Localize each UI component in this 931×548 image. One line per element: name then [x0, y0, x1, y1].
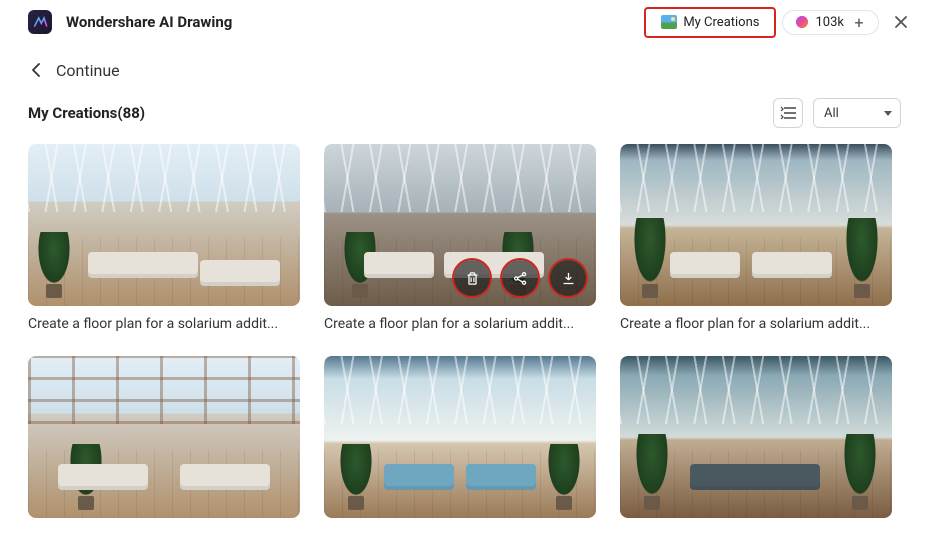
credits-value: 103k	[815, 15, 844, 30]
creation-grid: Create a floor plan for a solarium addit…	[0, 140, 931, 548]
creation-thumbnail[interactable]	[620, 356, 892, 518]
app-title: Wondershare AI Drawing	[66, 13, 232, 31]
credits-pill[interactable]: 103k +	[782, 10, 879, 35]
card-actions	[454, 260, 586, 296]
section-title-text: My Creations	[28, 104, 117, 122]
scene-render	[620, 356, 892, 518]
my-creations-button[interactable]: My Creations	[646, 9, 774, 36]
delete-icon	[464, 270, 481, 287]
download-button[interactable]	[550, 260, 586, 296]
creation-caption: Create a floor plan for a solarium addit…	[324, 316, 596, 332]
creation-caption: Create a floor plan for a solarium addit…	[620, 316, 892, 332]
section-title: My Creations(88)	[28, 104, 145, 122]
creation-card[interactable]	[28, 356, 300, 528]
sort-button[interactable]	[773, 98, 803, 128]
creation-thumbnail[interactable]	[324, 144, 596, 306]
scene-render	[28, 356, 300, 518]
creation-caption: Create a floor plan for a solarium addit…	[28, 316, 300, 332]
filter-value: All	[824, 106, 839, 121]
topbar: Wondershare AI Drawing My Creations 103k…	[0, 0, 931, 44]
filter-select[interactable]: All	[813, 98, 901, 128]
continue-label: Continue	[56, 61, 120, 80]
credits-icon	[795, 15, 809, 29]
plus-icon[interactable]: +	[852, 15, 866, 29]
scene-render	[28, 144, 300, 306]
share-button[interactable]	[502, 260, 538, 296]
creation-thumbnail[interactable]	[28, 144, 300, 306]
creation-thumbnail[interactable]	[28, 356, 300, 518]
delete-button[interactable]	[454, 260, 490, 296]
scene-render	[620, 144, 892, 306]
section-count: (88)	[117, 104, 145, 122]
creation-card[interactable]: Create a floor plan for a solarium addit…	[28, 144, 300, 332]
scene-render	[324, 356, 596, 518]
creation-thumbnail[interactable]	[620, 144, 892, 306]
back-button[interactable]	[26, 60, 46, 80]
subheader: Continue	[0, 44, 931, 88]
creation-card[interactable]: Create a floor plan for a solarium addit…	[324, 144, 596, 332]
creation-card[interactable]: Create a floor plan for a solarium addit…	[620, 144, 892, 332]
picture-icon	[661, 15, 677, 29]
download-icon	[560, 270, 577, 287]
chevron-left-icon	[31, 62, 41, 78]
close-icon	[894, 15, 908, 29]
creation-card[interactable]	[324, 356, 596, 528]
my-creations-label: My Creations	[683, 15, 759, 30]
section-header: My Creations(88) All	[0, 88, 931, 140]
creation-card[interactable]	[620, 356, 892, 528]
sort-icon	[780, 106, 796, 120]
app-logo-icon	[28, 10, 52, 34]
share-icon	[512, 270, 529, 287]
close-button[interactable]	[887, 8, 915, 36]
creation-thumbnail[interactable]	[324, 356, 596, 518]
